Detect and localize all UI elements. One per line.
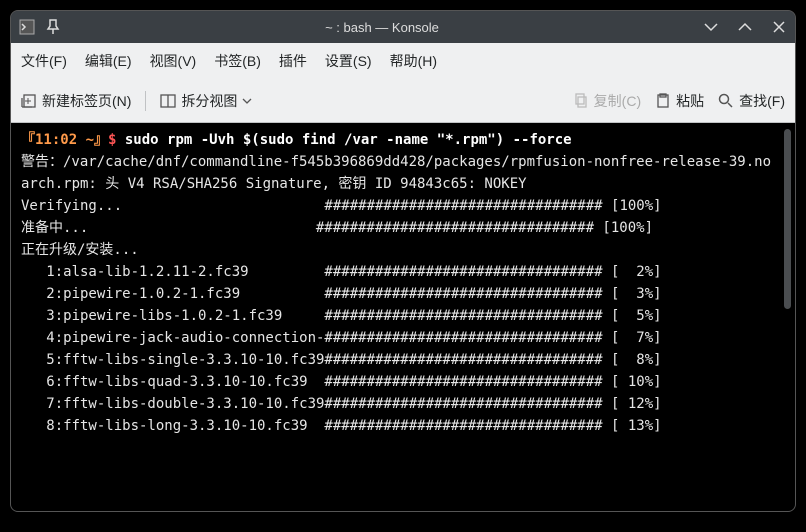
close-button[interactable] <box>771 19 787 35</box>
terminal-content: 『11:02 ~』$ sudo rpm -Uvh $(sudo find /va… <box>11 123 795 443</box>
app-icon <box>19 19 35 35</box>
split-view-label: 拆分视图 <box>181 91 237 111</box>
toolbar: 新建标签页(N) 拆分视图 复制(C) 粘贴 查找(F) <box>11 79 795 123</box>
split-view-button[interactable]: 拆分视图 <box>160 91 252 111</box>
scrollbar[interactable] <box>784 129 791 309</box>
find-button[interactable]: 查找(F) <box>718 91 785 111</box>
window-title: ~ : bash — Konsole <box>61 20 703 35</box>
menu-view[interactable]: 视图(V) <box>150 51 197 71</box>
minimize-button[interactable] <box>703 19 719 35</box>
konsole-window: ~ : bash — Konsole 文件(F) 编辑(E) 视图(V) 书签(… <box>10 10 796 512</box>
menu-settings[interactable]: 设置(S) <box>325 51 372 71</box>
titlebar[interactable]: ~ : bash — Konsole <box>11 11 795 43</box>
new-tab-button[interactable]: 新建标签页(N) <box>21 91 131 111</box>
find-label: 查找(F) <box>739 91 785 111</box>
paste-label: 粘贴 <box>676 91 704 111</box>
menu-edit[interactable]: 编辑(E) <box>85 51 132 71</box>
terminal-area[interactable]: 『11:02 ~』$ sudo rpm -Uvh $(sudo find /va… <box>11 123 795 511</box>
paste-button[interactable]: 粘贴 <box>655 91 704 111</box>
menu-bookmarks[interactable]: 书签(B) <box>214 51 261 71</box>
pin-icon[interactable] <box>45 19 61 35</box>
menu-plugins[interactable]: 插件 <box>279 51 307 71</box>
menu-help[interactable]: 帮助(H) <box>390 51 437 71</box>
menu-file[interactable]: 文件(F) <box>21 51 67 71</box>
maximize-button[interactable] <box>737 19 753 35</box>
new-tab-label: 新建标签页(N) <box>42 91 131 111</box>
menubar: 文件(F) 编辑(E) 视图(V) 书签(B) 插件 设置(S) 帮助(H) <box>11 43 795 79</box>
copy-label: 复制(C) <box>594 91 641 111</box>
copy-button: 复制(C) <box>573 91 641 111</box>
toolbar-separator <box>145 91 146 111</box>
